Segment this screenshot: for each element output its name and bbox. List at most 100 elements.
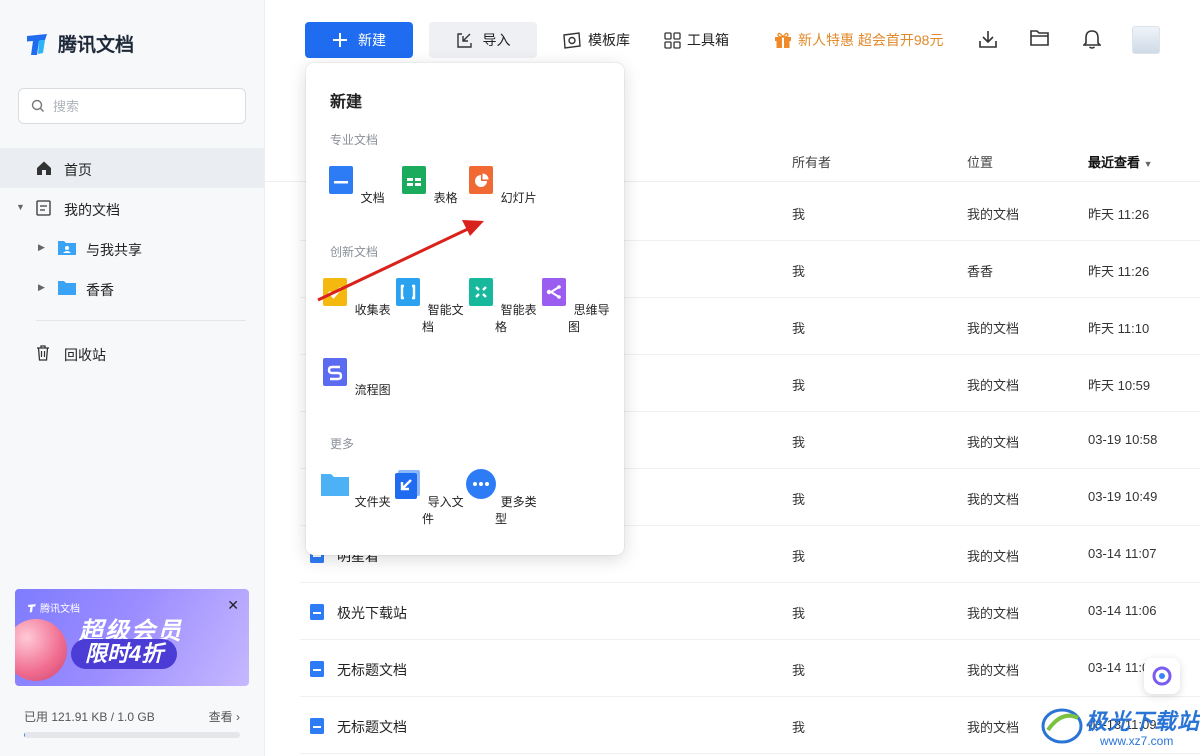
smart-doc-icon bbox=[396, 278, 421, 306]
collapse-caret-icon[interactable]: ▼ bbox=[16, 202, 25, 212]
new-smart-doc-label: 智能文档 bbox=[421, 303, 464, 334]
new-doc-label: 文档 bbox=[360, 191, 385, 205]
promo-brand-text: 腾讯文档 bbox=[40, 604, 80, 615]
file-name[interactable]: 无标题文档 bbox=[337, 717, 407, 737]
template-icon bbox=[563, 31, 581, 49]
bell-icon[interactable] bbox=[1083, 29, 1101, 49]
sidebar: 腾讯文档 首页 ▼ 我的文档 ▶ 与我共享 ▶ 香香 回收站 腾讯文档 超级会员… bbox=[0, 0, 265, 756]
table-row[interactable]: 极光下载站 我 我的文档 03-14 11:06 bbox=[300, 583, 1200, 640]
plus-icon bbox=[333, 33, 347, 47]
tencent-docs-logo-icon bbox=[28, 603, 36, 612]
new-form-label: 收集表 bbox=[354, 303, 391, 317]
more-types-item[interactable]: 更多类型 bbox=[465, 468, 537, 527]
watermark: 极光下载站 www.xz7.com bbox=[1040, 700, 1200, 756]
app-logo[interactable]: 腾讯文档 bbox=[24, 30, 134, 57]
file-owner: 我 bbox=[792, 207, 806, 222]
new-mindmap-label: 思维导图 bbox=[567, 303, 610, 334]
expand-caret-icon[interactable]: ▶ bbox=[38, 242, 45, 253]
file-location: 我的文档 bbox=[967, 492, 1020, 507]
sidebar-item-trash[interactable]: 回收站 bbox=[0, 333, 264, 373]
column-location[interactable]: 位置 bbox=[967, 152, 993, 171]
doc-icon bbox=[329, 166, 354, 194]
shared-folder-icon bbox=[58, 241, 76, 255]
file-location: 我的文档 bbox=[967, 435, 1020, 450]
new-folder-label: 文件夹 bbox=[354, 495, 391, 509]
sidebar-item-shared[interactable]: ▶ 与我共享 bbox=[0, 228, 264, 268]
expand-caret-icon[interactable]: ▶ bbox=[38, 282, 45, 293]
templates-button[interactable]: 模板库 bbox=[562, 30, 630, 50]
file-location: 我的文档 bbox=[967, 663, 1020, 678]
assistant-float-button[interactable] bbox=[1144, 658, 1180, 694]
doc-file-icon bbox=[310, 718, 324, 734]
file-recent-time: 昨天 11:26 bbox=[1088, 264, 1150, 279]
download-icon[interactable] bbox=[978, 29, 998, 49]
file-recent-time: 03-19 10:58 bbox=[1088, 432, 1158, 447]
section-more: 更多 bbox=[330, 437, 355, 451]
sidebar-item-home[interactable]: 首页 bbox=[0, 148, 264, 188]
file-owner: 我 bbox=[792, 663, 806, 678]
tencent-docs-logo-icon bbox=[27, 33, 47, 55]
toolbox-button[interactable]: 工具箱 bbox=[664, 30, 729, 50]
import-button[interactable]: 导入 bbox=[429, 22, 537, 58]
sidebar-item-label: 回收站 bbox=[64, 347, 106, 363]
import-file-icon bbox=[395, 470, 421, 499]
search-box[interactable] bbox=[18, 88, 246, 124]
new-user-offer-link[interactable]: 新人特惠 超会首开98元 bbox=[774, 30, 943, 50]
file-location: 我的文档 bbox=[967, 321, 1020, 336]
new-button[interactable]: 新建 bbox=[305, 22, 413, 58]
new-folder-item[interactable]: 文件夹 bbox=[319, 468, 391, 510]
toolbox-label: 工具箱 bbox=[687, 32, 729, 48]
file-recent-time: 03-14 11:0 bbox=[1088, 660, 1150, 675]
promo-decoration bbox=[15, 619, 67, 681]
new-flowchart-label: 流程图 bbox=[354, 383, 391, 397]
new-sheet-item[interactable]: 表格 bbox=[392, 164, 464, 206]
import-icon bbox=[456, 33, 472, 48]
column-recent[interactable]: 最近查看 ▼ bbox=[1088, 152, 1153, 171]
mindmap-icon bbox=[542, 278, 567, 306]
templates-label: 模板库 bbox=[588, 32, 630, 48]
file-owner: 我 bbox=[792, 378, 806, 393]
storage-bar-fill bbox=[24, 732, 26, 738]
flowchart-icon bbox=[323, 358, 348, 386]
file-name[interactable]: 极光下载站 bbox=[337, 603, 407, 623]
watermark-text: 极光下载站 bbox=[1085, 709, 1200, 734]
folder-open-icon[interactable] bbox=[1030, 29, 1050, 47]
new-mindmap-item[interactable]: 思维导图 bbox=[538, 276, 610, 335]
doc-file-icon bbox=[310, 604, 324, 620]
sidebar-item-label: 与我共享 bbox=[86, 242, 142, 258]
new-smart-doc-item[interactable]: 智能文档 bbox=[392, 276, 464, 335]
file-recent-time: 03-14 11:06 bbox=[1088, 603, 1157, 618]
import-file-label: 导入文件 bbox=[421, 495, 464, 526]
new-flowchart-item[interactable]: 流程图 bbox=[319, 356, 391, 398]
storage-view-link[interactable]: 查看 › bbox=[209, 708, 240, 725]
file-name[interactable]: 无标题文档 bbox=[337, 660, 407, 680]
import-button-label: 导入 bbox=[482, 32, 511, 48]
new-slide-label: 幻灯片 bbox=[500, 191, 537, 205]
new-smart-sheet-item[interactable]: 智能表格 bbox=[465, 276, 537, 335]
search-input[interactable] bbox=[53, 98, 233, 114]
section-pro-docs: 专业文档 bbox=[330, 133, 379, 147]
watermark-logo-icon bbox=[1041, 708, 1083, 744]
vip-promo-banner[interactable]: 腾讯文档 超级会员 限时4折 ✕ bbox=[15, 589, 249, 686]
close-icon[interactable]: ✕ bbox=[227, 597, 239, 614]
file-location: 我的文档 bbox=[967, 720, 1020, 735]
sidebar-item-folder[interactable]: ▶ 香香 bbox=[0, 268, 264, 308]
new-button-label: 新建 bbox=[358, 32, 386, 48]
promo-brand: 腾讯文档 bbox=[27, 600, 80, 615]
new-menu: 新建 专业文档 文档 表格 幻灯片 创新文档 收集表 智能文档 智能表格 思维导… bbox=[306, 63, 624, 555]
column-owner[interactable]: 所有者 bbox=[792, 152, 831, 171]
new-form-item[interactable]: 收集表 bbox=[319, 276, 391, 318]
folder-icon bbox=[58, 281, 76, 295]
new-sheet-label: 表格 bbox=[433, 191, 458, 205]
new-slide-item[interactable]: 幻灯片 bbox=[465, 164, 537, 206]
file-recent-time: 昨天 11:26 bbox=[1088, 207, 1150, 222]
app-name: 腾讯文档 bbox=[58, 35, 135, 56]
sidebar-item-my-docs[interactable]: ▼ 我的文档 bbox=[0, 188, 264, 228]
file-owner: 我 bbox=[792, 606, 806, 621]
import-file-item[interactable]: 导入文件 bbox=[392, 468, 464, 527]
section-creative-docs: 创新文档 bbox=[330, 245, 379, 259]
table-row[interactable]: 无标题文档 我 我的文档 03-14 11:0 bbox=[300, 640, 1200, 697]
new-doc-item[interactable]: 文档 bbox=[319, 164, 391, 206]
watermark-url: www.xz7.com bbox=[1100, 734, 1174, 748]
avatar[interactable] bbox=[1132, 26, 1160, 54]
